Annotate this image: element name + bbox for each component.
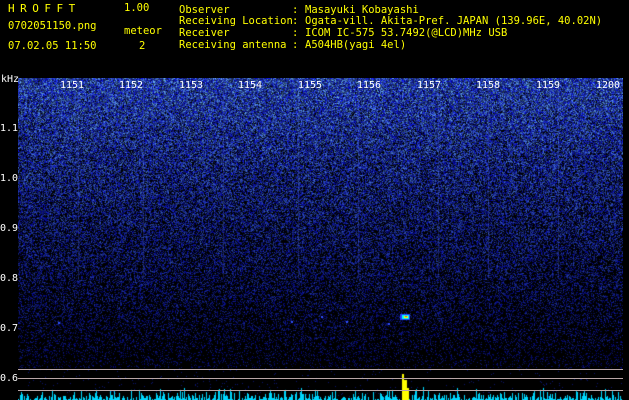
x-tick-label: 1157 [417,80,442,91]
app-version: 1.00 [124,2,150,14]
capture-datetime: 07.02.05 11:50 [8,40,97,52]
meteor-count-value: 2 [139,40,146,52]
y-tick-label: 1.0 [0,173,19,184]
receiver-label: Receiver [179,27,230,39]
y-tick-label: 1.1 [0,123,19,134]
reference-line [18,390,623,391]
y-tick-label: 0.8 [0,273,19,284]
meteor-count-label: meteor [124,25,162,37]
location-label: Receiving Location [179,15,293,27]
x-tick-label: 1153 [179,80,204,91]
image-filename: 0702051150.png [8,20,97,32]
receiver-value: ICOM IC-575 53.7492(@LCD)MHz USB [305,27,508,39]
y-tick-label: 0.9 [0,223,19,234]
x-tick-label: 1155 [298,80,323,91]
x-tick-label: 1200 [596,80,621,91]
frequency-unit-label: kHz [1,74,20,85]
location-value: Ogata-vill. Akita-Pref. JAPAN (139.96E, … [305,15,603,27]
x-tick-label: 1156 [357,80,382,91]
location-separator: : [292,15,299,27]
x-tick-label: 1152 [119,80,144,91]
x-tick-label: 1158 [476,80,501,91]
x-tick-label: 1151 [60,80,85,91]
x-tick-label: 1154 [238,80,263,91]
antenna-label: Receiving antenna [179,39,287,51]
y-tick-label: 0.7 [0,323,19,334]
app-title: HROFFT [8,2,81,15]
reference-line [18,378,623,379]
x-tick-label: 1159 [536,80,561,91]
antenna-separator: : [292,39,299,51]
receiver-separator: : [292,27,299,39]
antenna-value: A504HB(yagi 4el) [305,39,407,51]
y-tick-label: 0.6 [0,373,19,384]
reference-line [18,369,623,370]
spectrogram-canvas [18,78,623,400]
